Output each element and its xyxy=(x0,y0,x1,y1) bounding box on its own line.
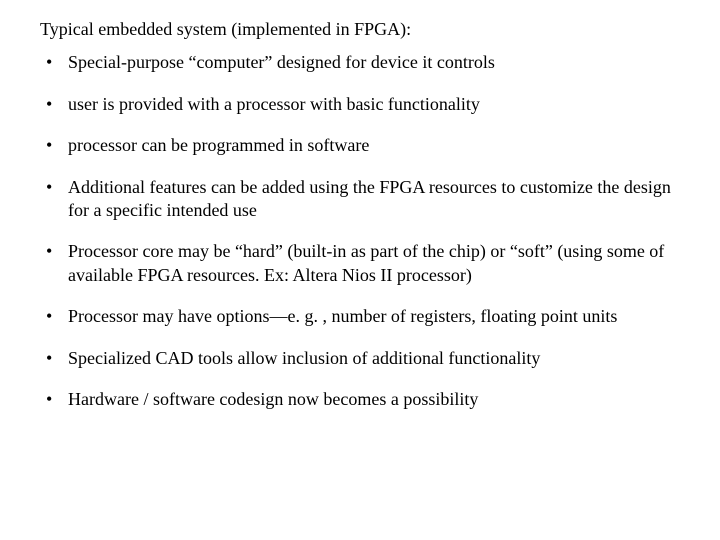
slide: Typical embedded system (implemented in … xyxy=(0,0,720,411)
list-item: Processor core may be “hard” (built-in a… xyxy=(40,240,680,287)
list-item: Specialized CAD tools allow inclusion of… xyxy=(40,347,680,370)
list-item: Hardware / software codesign now becomes… xyxy=(40,388,680,411)
list-item: user is provided with a processor with b… xyxy=(40,93,680,116)
list-item: Processor may have options—e. g. , numbe… xyxy=(40,305,680,328)
bullet-list: Special-purpose “computer” designed for … xyxy=(40,51,680,411)
list-item: Special-purpose “computer” designed for … xyxy=(40,51,680,74)
list-item: processor can be programmed in software xyxy=(40,134,680,157)
list-item: Additional features can be added using t… xyxy=(40,176,680,223)
slide-title: Typical embedded system (implemented in … xyxy=(40,18,680,41)
